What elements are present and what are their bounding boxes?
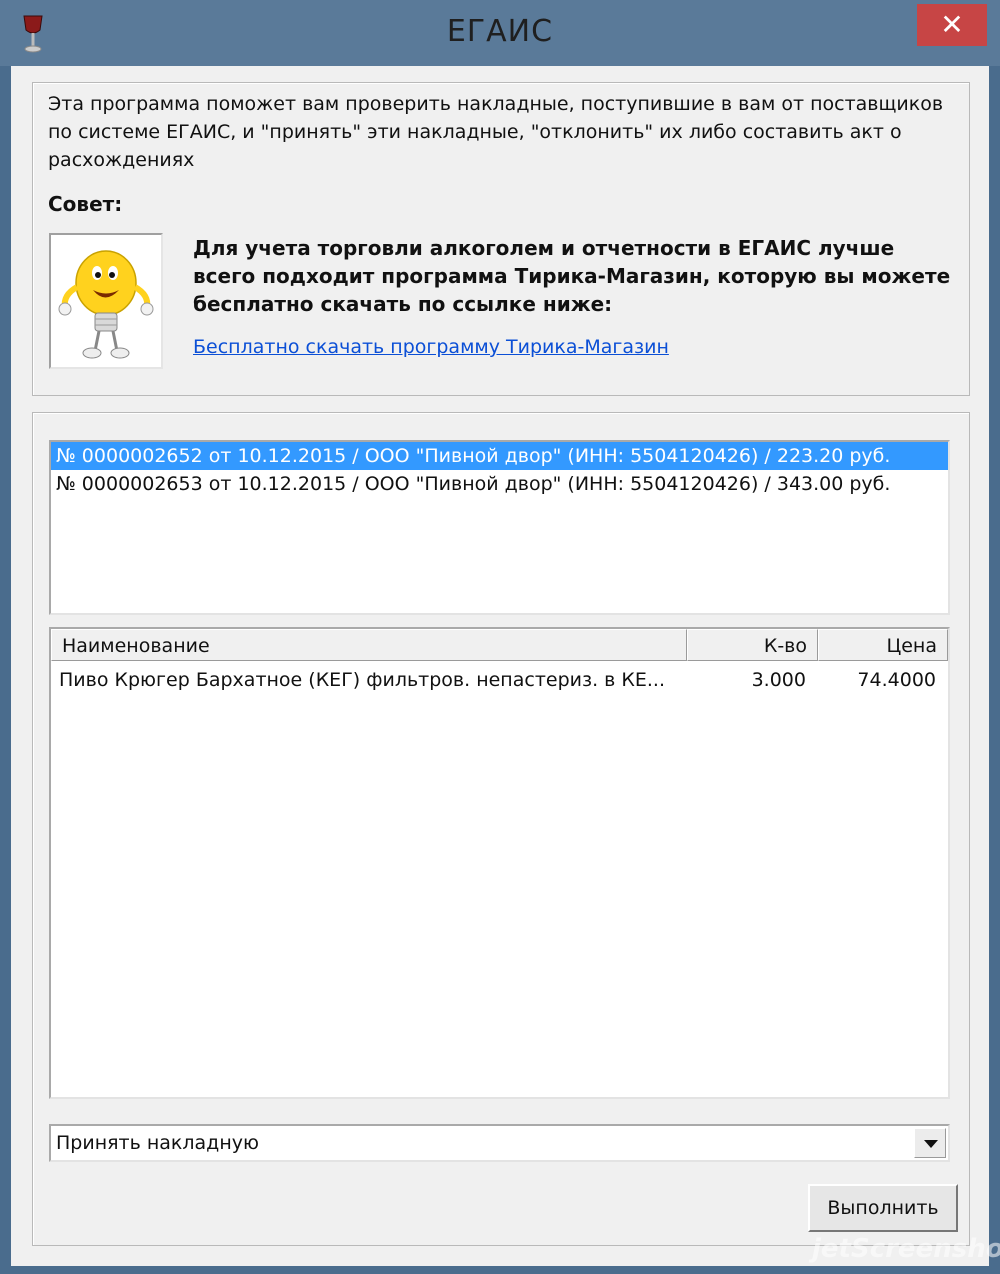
download-link[interactable]: Бесплатно скачать программу Тирика-Магаз… — [193, 336, 669, 358]
intro-text: Эта программа поможет вам проверить накл… — [48, 93, 944, 171]
execute-button[interactable]: Выполнить — [808, 1184, 958, 1232]
action-select-value: Принять накладную — [56, 1132, 259, 1154]
chevron-down-icon — [924, 1140, 938, 1148]
items-table: Наименование К-во Цена Пиво Крюгер Барха… — [49, 627, 950, 1099]
action-select[interactable]: Принять накладную — [49, 1124, 950, 1162]
lightbulb-mascot-icon — [58, 250, 154, 359]
close-icon: ✕ — [940, 8, 964, 41]
column-header-qty[interactable]: К-во — [687, 629, 818, 661]
dropdown-button[interactable] — [914, 1128, 946, 1158]
item-qty: 3.000 — [751, 669, 806, 691]
window-title: ЕГАИС — [446, 14, 554, 49]
watermark-logo: jetScreenshot — [812, 1234, 1000, 1264]
item-price: 74.4000 — [857, 669, 936, 691]
invoice-list[interactable]: № 0000002652 от 10.12.2015 / ООО "Пивной… — [49, 440, 950, 615]
item-name: Пиво Крюгер Бархатное (КЕГ) фильтров. не… — [59, 669, 666, 691]
column-header-price[interactable]: Цена — [818, 629, 948, 661]
close-button[interactable]: ✕ — [917, 4, 987, 46]
invoice-item[interactable]: № 0000002653 от 10.12.2015 / ООО "Пивной… — [51, 470, 948, 498]
tip-label: Совет: — [48, 192, 123, 216]
mascot-image — [49, 233, 163, 369]
tip-text: Для учета торговли алкоголем и отчетност… — [193, 236, 951, 316]
title-bar: ЕГАИС ✕ — [0, 0, 1000, 66]
column-header-name[interactable]: Наименование — [51, 629, 687, 661]
invoice-item[interactable]: № 0000002652 от 10.12.2015 / ООО "Пивной… — [51, 442, 948, 470]
table-header: Наименование К-во Цена — [51, 629, 948, 663]
